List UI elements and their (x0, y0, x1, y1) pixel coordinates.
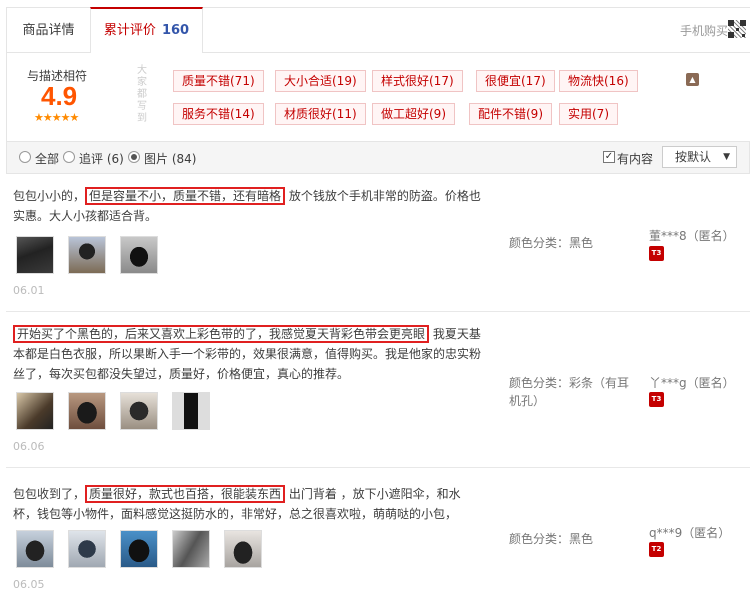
review-date: 06.01 (13, 284, 45, 297)
review-text-pre: 包包小小的， (13, 189, 86, 203)
review-photo[interactable] (16, 530, 54, 568)
review-user: 丫***g（匿名） (649, 376, 735, 390)
tag-style[interactable]: 样式很好(17) (372, 70, 463, 92)
tag-cheap[interactable]: 很便宜(17) (476, 70, 555, 92)
tab-reviews-label: 累计评价 (103, 23, 156, 38)
review-color: 颜色分类：黑色 (509, 532, 594, 546)
filter-followup-label[interactable]: 追评 (6) (79, 150, 124, 167)
tag-quality[interactable]: 质量不错(71) (173, 70, 264, 92)
review-photo[interactable] (16, 236, 54, 274)
qr-code-icon[interactable] (728, 20, 746, 38)
review-photo[interactable] (120, 236, 158, 274)
review-count: 160 (161, 23, 190, 38)
filter-pictures-label[interactable]: 图片 (84) (144, 150, 196, 167)
impressions-label: 大家都写到 (137, 65, 147, 124)
sort-dropdown[interactable]: 按默认 ▼ (662, 146, 737, 168)
review-highlight: 但是容量不小，质量不错，还有暗格 (85, 187, 286, 205)
tag-accessories[interactable]: 配件不错(9) (469, 103, 552, 125)
user-level-badge: T2 (649, 542, 664, 557)
tab-product-details[interactable]: 商品详情 (7, 8, 90, 54)
review-photo[interactable] (120, 392, 158, 430)
has-content-checkbox[interactable]: ✓ (603, 151, 615, 163)
star-rating-icon: ★★★★★ (34, 111, 79, 124)
review-item: 开始买了个黑色的，后来又喜欢上彩色带的了，我感觉夏天背彩色带会更亮眼 我夏天基本… (6, 312, 750, 468)
tab-bar: 商品详情 累计评价 160 手机购买 (6, 7, 750, 54)
radio-all[interactable] (19, 151, 31, 163)
radio-followup[interactable] (63, 151, 75, 163)
review-text-pre: 包包收到了， (13, 487, 86, 501)
filter-bar: 全部 追评 (6) 图片 (84) ✓ 有内容 按默认 ▼ (6, 141, 750, 174)
review-color: 颜色分类：黑色 (509, 236, 594, 250)
mobile-buy-link[interactable]: 手机购买 (680, 8, 728, 54)
rating-score: 4.9 (41, 81, 78, 111)
tag-shipping[interactable]: 物流快(16) (559, 70, 638, 92)
review-photo[interactable] (172, 392, 210, 430)
radio-pictures[interactable] (128, 151, 140, 163)
review-user: q***9（匿名） (649, 526, 731, 540)
user-level-badge: T3 (649, 246, 664, 261)
review-photo[interactable] (224, 530, 262, 568)
review-item: 包包收到了， 质量很好，款式也百搭，很能装东西 出门背着 ，放下小遮阳伞，和水杯，… (6, 468, 750, 591)
review-date: 06.06 (13, 440, 45, 453)
sort-label: 按默认 (675, 150, 712, 164)
review-text: 包包收到了， 质量很好，款式也百搭，很能装东西 出门背着 ，放下小遮阳伞，和水杯，… (13, 484, 483, 524)
filter-all-label[interactable]: 全部 (35, 150, 59, 167)
review-photo[interactable] (68, 392, 106, 430)
tag-size[interactable]: 大小合适(19) (275, 70, 366, 92)
review-highlight: 开始买了个黑色的，后来又喜欢上彩色带的了，我感觉夏天背彩色带会更亮眼 (13, 325, 430, 343)
review-photo[interactable] (68, 530, 106, 568)
has-content-label[interactable]: 有内容 (617, 150, 653, 167)
tag-craft[interactable]: 做工超好(9) (372, 103, 455, 125)
review-photo[interactable] (16, 392, 54, 430)
review-photo[interactable] (68, 236, 106, 274)
tag-material[interactable]: 材质很好(11) (275, 103, 366, 125)
user-level-badge: T3 (649, 392, 664, 407)
review-text: 开始买了个黑色的，后来又喜欢上彩色带的了，我感觉夏天背彩色带会更亮眼 我夏天基本… (13, 324, 483, 384)
chevron-down-icon: ▼ (723, 152, 730, 162)
review-highlight: 质量很好，款式也百搭，很能装东西 (85, 485, 286, 503)
review-date: 06.05 (13, 578, 45, 591)
tab-reviews[interactable]: 累计评价 160 (90, 7, 203, 54)
review-item: 包包小小的， 但是容量不小，质量不错，还有暗格 放个钱放个手机非常的防盗。价格也实… (6, 174, 750, 312)
review-text: 包包小小的， 但是容量不小，质量不错，还有暗格 放个钱放个手机非常的防盗。价格也实… (13, 186, 483, 226)
review-photo[interactable] (120, 530, 158, 568)
review-color: 颜色分类：彩条（有耳机孔） (509, 376, 630, 408)
collapse-icon[interactable]: ▲ (686, 73, 699, 86)
review-photo[interactable] (172, 530, 210, 568)
rating-summary: 与描述相符 4.9 ★★★★★ 大家都写到 质量不错(71) 大小合适(19) … (6, 53, 750, 141)
review-user: 董***8（匿名） (649, 229, 735, 243)
tag-practical[interactable]: 实用(7) (559, 103, 618, 125)
tag-service[interactable]: 服务不错(14) (173, 103, 264, 125)
